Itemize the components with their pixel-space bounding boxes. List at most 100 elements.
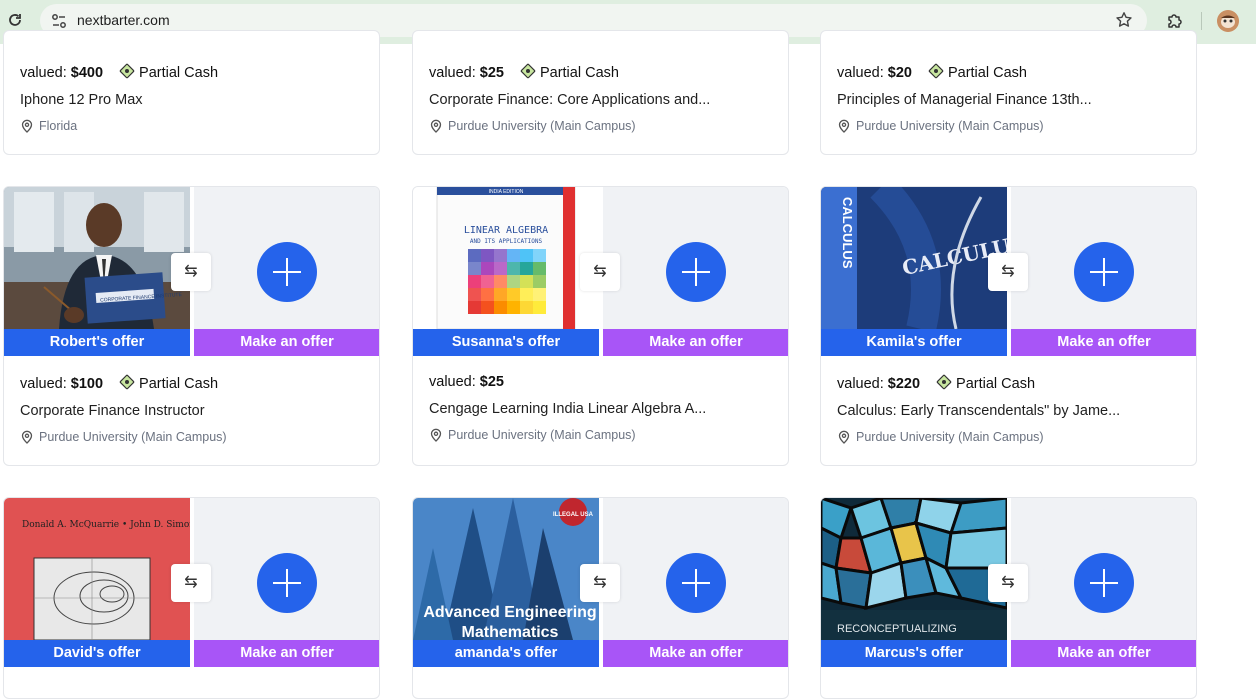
make-offer-button[interactable]: Make an offer: [194, 329, 379, 356]
cash-icon: [936, 374, 952, 390]
plus-icon[interactable]: [1074, 242, 1134, 302]
cash-icon: [520, 63, 536, 79]
valued-row: valued: $100 Partial Cash: [20, 374, 227, 392]
add-item-area[interactable]: [603, 498, 788, 640]
listing-image[interactable]: RECONCEPTUALIZING: [821, 498, 1007, 640]
owner-offer-button[interactable]: Kamila's offer: [821, 329, 1007, 356]
plus-icon[interactable]: [257, 242, 317, 302]
price-value: $100: [70, 376, 104, 392]
listing-card[interactable]: RECONCEPTUALIZING ⇆ Marcus's offer Make …: [820, 497, 1197, 699]
owner-offer-button[interactable]: Marcus's offer: [821, 640, 1007, 667]
profile-avatar[interactable]: [1217, 10, 1239, 32]
partial-cash-badge: Partial Cash: [119, 374, 218, 392]
location-pin-icon: [21, 119, 33, 133]
plus-icon[interactable]: [257, 553, 317, 613]
swap-arrows-icon[interactable]: ⇆: [171, 564, 211, 602]
price-value: $25: [479, 65, 504, 81]
price-value: $25: [479, 374, 504, 390]
add-item-area[interactable]: [1011, 187, 1196, 329]
swap-arrows-icon[interactable]: ⇆: [171, 253, 211, 291]
valued-row: valued: $220 Partial Cash: [837, 374, 1120, 392]
book-title-line1: RECONCEPTUALIZING: [837, 623, 957, 635]
bookmark-star-icon[interactable]: [1115, 11, 1133, 29]
owner-offer-button[interactable]: Susanna's offer: [413, 329, 599, 356]
swap-arrows-icon[interactable]: ⇆: [580, 253, 620, 291]
book-authors: Donald A. McQuarrie • John D. Simon: [22, 520, 190, 530]
plus-icon[interactable]: [666, 242, 726, 302]
listing-location: Florida: [20, 119, 218, 133]
plus-icon[interactable]: [666, 553, 726, 613]
url-text[interactable]: nextbarter.com: [77, 12, 170, 28]
listing-image[interactable]: INDIA EDITION LINEAR ALGEBRA AND ITS APP…: [413, 187, 599, 329]
valued-row: valued: $20 Partial Cash: [837, 63, 1092, 81]
cash-icon: [119, 63, 135, 79]
partial-cash-badge: Partial Cash: [928, 63, 1027, 81]
valued-row: valued: $25 Partial Cash: [429, 63, 710, 81]
listing-info: valued: $25 Cengage Learning India Linear…: [429, 374, 706, 442]
listing-card[interactable]: CALCULUS CALCULUS ⇆ Kamila's offer Make …: [820, 186, 1197, 466]
make-offer-button[interactable]: Make an offer: [603, 640, 788, 667]
listing-title[interactable]: Corporate Finance Instructor: [20, 403, 227, 419]
listing-card[interactable]: Donald A. McQuarrie • John D. Simon ⇆ Da…: [3, 497, 380, 699]
make-offer-button[interactable]: Make an offer: [194, 640, 379, 667]
reload-icon[interactable]: [6, 11, 24, 29]
add-item-area[interactable]: [603, 187, 788, 329]
listing-card[interactable]: valued: $20 Partial Cash Principles of Man…: [820, 30, 1197, 155]
listing-info: valued: $400 Partial Cash Iphone 12 Pro Ma…: [20, 63, 218, 133]
extensions-puzzle-icon[interactable]: [1165, 11, 1185, 31]
location-pin-icon: [838, 430, 850, 444]
swap-arrows-icon[interactable]: ⇆: [580, 564, 620, 602]
listing-card[interactable]: valued: $25 Partial Cash Corporate Finance…: [412, 30, 789, 155]
make-offer-button[interactable]: Make an offer: [603, 329, 788, 356]
valued-row: valued: $400 Partial Cash: [20, 63, 218, 81]
book-title-line2: Mathematics: [462, 624, 559, 640]
partial-cash-badge: Partial Cash: [119, 63, 218, 81]
book-title-line2: AND ITS APPLICATIONS: [470, 238, 543, 245]
location-pin-icon: [838, 119, 850, 133]
location-pin-icon: [21, 430, 33, 444]
listing-image[interactable]: CALCULUS CALCULUS: [821, 187, 1007, 329]
cash-icon: [928, 63, 944, 79]
owner-offer-button[interactable]: David's offer: [4, 640, 190, 667]
listing-image[interactable]: ILLEGAL USA Advanced Engineering Mathema…: [413, 498, 599, 640]
swap-arrows-icon[interactable]: ⇆: [988, 564, 1028, 602]
cash-icon: [119, 374, 135, 390]
make-offer-button[interactable]: Make an offer: [1011, 640, 1196, 667]
book-title-line1: LINEAR ALGEBRA: [464, 225, 548, 236]
listing-image[interactable]: Donald A. McQuarrie • John D. Simon: [4, 498, 190, 640]
listing-title[interactable]: Principles of Managerial Finance 13th...: [837, 92, 1092, 108]
book-title-line1: Advanced Engineering: [423, 604, 596, 621]
listing-title[interactable]: Cengage Learning India Linear Algebra A.…: [429, 401, 706, 417]
valued-label: valued:: [837, 376, 884, 392]
make-offer-button[interactable]: Make an offer: [1011, 329, 1196, 356]
spine-title: CALCULUS: [840, 197, 855, 269]
add-item-area[interactable]: [194, 187, 379, 329]
listing-card[interactable]: valued: $400 Partial Cash Iphone 12 Pro Ma…: [3, 30, 380, 155]
book-cover-reconceptualizing: RECONCEPTUALIZING: [821, 498, 1007, 640]
price-value: $220: [887, 376, 921, 392]
valued-label: valued:: [20, 376, 67, 392]
add-item-area[interactable]: [194, 498, 379, 640]
book-cover-linear-algebra: INDIA EDITION LINEAR ALGEBRA AND ITS APP…: [413, 187, 599, 329]
valued-label: valued:: [429, 374, 476, 390]
listing-info: valued: $20 Partial Cash Principles of Man…: [837, 63, 1092, 133]
owner-offer-button[interactable]: Robert's offer: [4, 329, 190, 356]
listing-card[interactable]: INDIA EDITION LINEAR ALGEBRA AND ITS APP…: [412, 186, 789, 466]
site-settings-icon[interactable]: [50, 12, 68, 30]
listing-title[interactable]: Iphone 12 Pro Max: [20, 92, 218, 108]
listing-title[interactable]: Calculus: Early Transcendentals" by Jame…: [837, 403, 1120, 419]
listing-card[interactable]: CORPORATE FINANCE INSTITUTE ⇆ Robert's o…: [3, 186, 380, 466]
illegal-badge: ILLEGAL USA: [553, 512, 594, 518]
toolbar-divider: [1201, 12, 1202, 30]
plus-icon[interactable]: [1074, 553, 1134, 613]
listing-info: valued: $100 Partial Cash Corporate Financ…: [20, 374, 227, 444]
valued-label: valued:: [20, 65, 67, 81]
add-item-area[interactable]: [1011, 498, 1196, 640]
owner-offer-button[interactable]: amanda's offer: [413, 640, 599, 667]
swap-arrows-icon[interactable]: ⇆: [988, 253, 1028, 291]
listing-image[interactable]: CORPORATE FINANCE INSTITUTE: [4, 187, 190, 329]
listing-card[interactable]: ILLEGAL USA Advanced Engineering Mathema…: [412, 497, 789, 699]
listing-location: Purdue University (Main Campus): [429, 119, 710, 133]
listing-title[interactable]: Corporate Finance: Core Applications and…: [429, 92, 710, 108]
book-cover-mcquarrie: Donald A. McQuarrie • John D. Simon: [4, 498, 190, 640]
